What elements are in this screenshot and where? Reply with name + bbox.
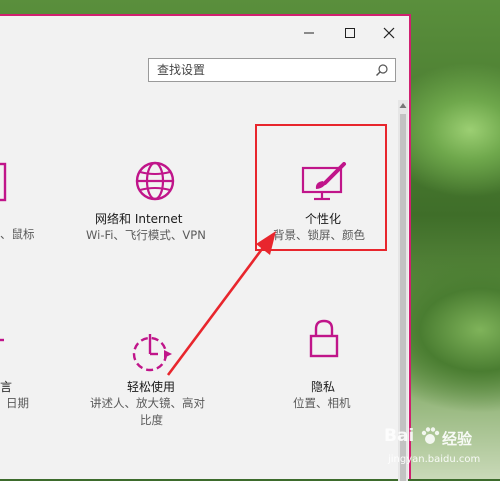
watermark: Bai 经验 jingyan.baidu.com [382,420,500,479]
watermark-logo: Bai [384,426,415,446]
paw-icon [421,427,440,444]
watermark-text: 经验 [442,430,473,448]
annotation-arrow [166,231,276,376]
watermark-url: jingyan.baidu.com [388,454,481,465]
